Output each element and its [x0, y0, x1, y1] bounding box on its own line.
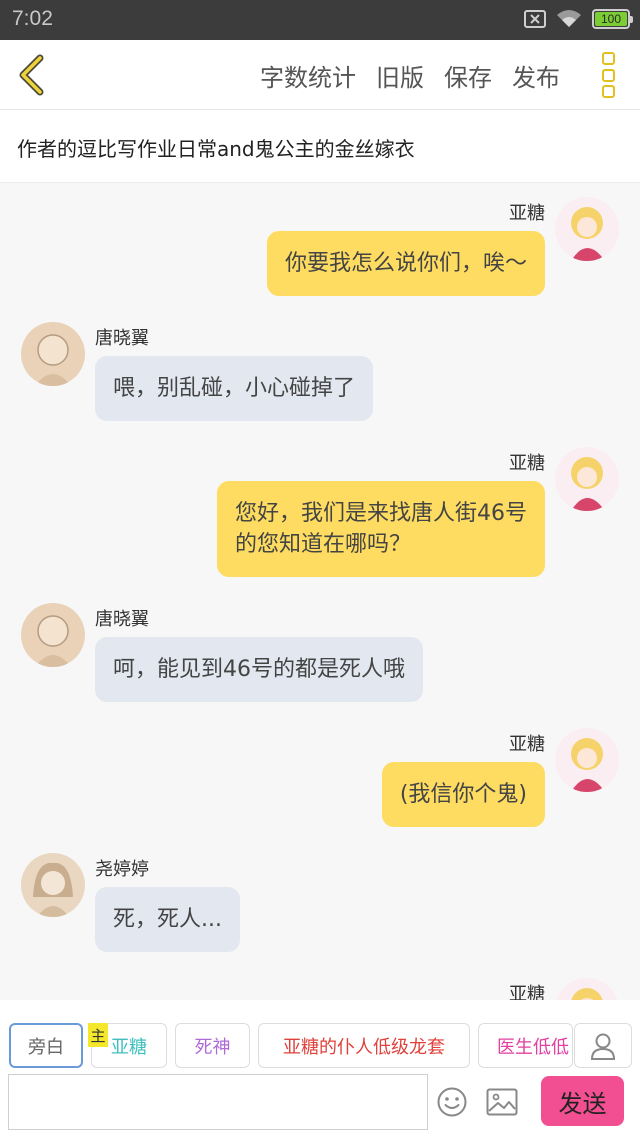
message-bubble[interactable]: (我信你个鬼) [381, 762, 545, 827]
person-icon [590, 1033, 616, 1060]
manage-roles-button[interactable] [574, 1023, 632, 1068]
sender-name: 亚糖 [509, 984, 545, 1000]
role-label: 亚糖 [111, 1036, 147, 1058]
message-line: 呵，能见到46号的都是死人哦 [113, 657, 405, 682]
send-button[interactable]: 发送 [541, 1076, 624, 1126]
old-version-button[interactable]: 旧版 [376, 58, 424, 93]
message-bubble[interactable]: 你要我怎么说你们，唉～ [266, 231, 545, 296]
status-icons: 100 [524, 9, 633, 29]
sender-name: 亚糖 [509, 203, 545, 224]
more-menu-icon[interactable] [598, 52, 618, 98]
editor-toolbar: 字数统计 旧版 保存 发布 [0, 40, 640, 110]
role-chip-narrator[interactable]: 旁白 [9, 1023, 83, 1068]
sim-card-icon [524, 10, 546, 28]
avatar-yaotingting[interactable] [21, 853, 85, 917]
publish-button[interactable]: 发布 [512, 58, 560, 93]
message-line: 死，死人... [113, 907, 222, 932]
role-label: 亚糖的仆人低级龙套 [283, 1036, 445, 1058]
battery-level: 100 [600, 12, 622, 26]
status-bar: 7:02 100 [0, 0, 640, 40]
message-line: 喂，别乱碰，小心碰掉了 [113, 376, 356, 401]
battery-icon: 100 [592, 9, 633, 29]
back-icon[interactable] [10, 50, 60, 100]
story-title-bar[interactable]: 作者的逗比写作业日常and鬼公主的金丝嫁衣 [0, 111, 640, 183]
role-chip-servant[interactable]: 亚糖的仆人低级龙套 [258, 1023, 470, 1068]
message-bubble[interactable]: 您好，我们是来找唐人街46号 的您知道在哪吗？ [217, 481, 545, 577]
message-bubble[interactable]: 喂，别乱碰，小心碰掉了 [95, 356, 374, 421]
role-label: 医生低低 [497, 1036, 569, 1058]
toolbar-actions: 字数统计 旧版 保存 发布 [260, 40, 560, 110]
message-line: 你要我怎么说你们，唉～ [284, 251, 527, 276]
sender-name: 尧婷婷 [95, 859, 149, 880]
role-label: 死神 [194, 1036, 231, 1058]
image-icon[interactable] [486, 1088, 518, 1116]
sender-name: 唐晓翼 [95, 609, 149, 630]
sender-name: 亚糖 [509, 453, 545, 474]
avatar-yatang[interactable] [555, 197, 619, 261]
role-selector-bar: 旁白 亚糖 主 死神 亚糖的仆人低级龙套 医生低低 [0, 1000, 640, 1072]
message-line: 您好，我们是来找唐人街46号 [235, 501, 527, 526]
message-line: 的您知道在哪吗？ [235, 532, 412, 557]
avatar-yatang[interactable] [555, 447, 619, 511]
host-badge: 主 [88, 1023, 108, 1047]
avatar-tangxiaoyi[interactable] [21, 603, 85, 667]
message-line: (我信你个鬼) [399, 782, 527, 807]
avatar-tangxiaoyi[interactable] [21, 322, 85, 386]
role-chip-doctor[interactable]: 医生低低 [478, 1023, 573, 1068]
role-chip-shinigami[interactable]: 死神 [175, 1023, 250, 1068]
wifi-icon [557, 10, 581, 27]
message-bubble[interactable]: 死，死人... [95, 887, 240, 952]
avatar-yatang[interactable] [555, 728, 619, 792]
sender-name: 唐晓翼 [95, 328, 149, 349]
story-title: 作者的逗比写作业日常and鬼公主的金丝嫁衣 [17, 137, 415, 161]
save-button[interactable]: 保存 [444, 58, 492, 93]
emoji-icon[interactable] [436, 1086, 468, 1118]
input-bar: 发送 [0, 1072, 640, 1138]
chat-area[interactable]: 亚糖 你要我怎么说你们，唉～ 唐晓翼 喂，别乱碰，小心碰掉了 亚糖 您好，我们是… [0, 183, 640, 1000]
sender-name: 亚糖 [509, 734, 545, 755]
word-count-button[interactable]: 字数统计 [260, 58, 356, 93]
status-time: 7:02 [12, 7, 53, 30]
role-label: 旁白 [28, 1036, 64, 1058]
message-input[interactable] [8, 1074, 428, 1130]
message-bubble[interactable]: 呵，能见到46号的都是死人哦 [95, 637, 423, 702]
avatar-yatang[interactable] [555, 978, 619, 1000]
